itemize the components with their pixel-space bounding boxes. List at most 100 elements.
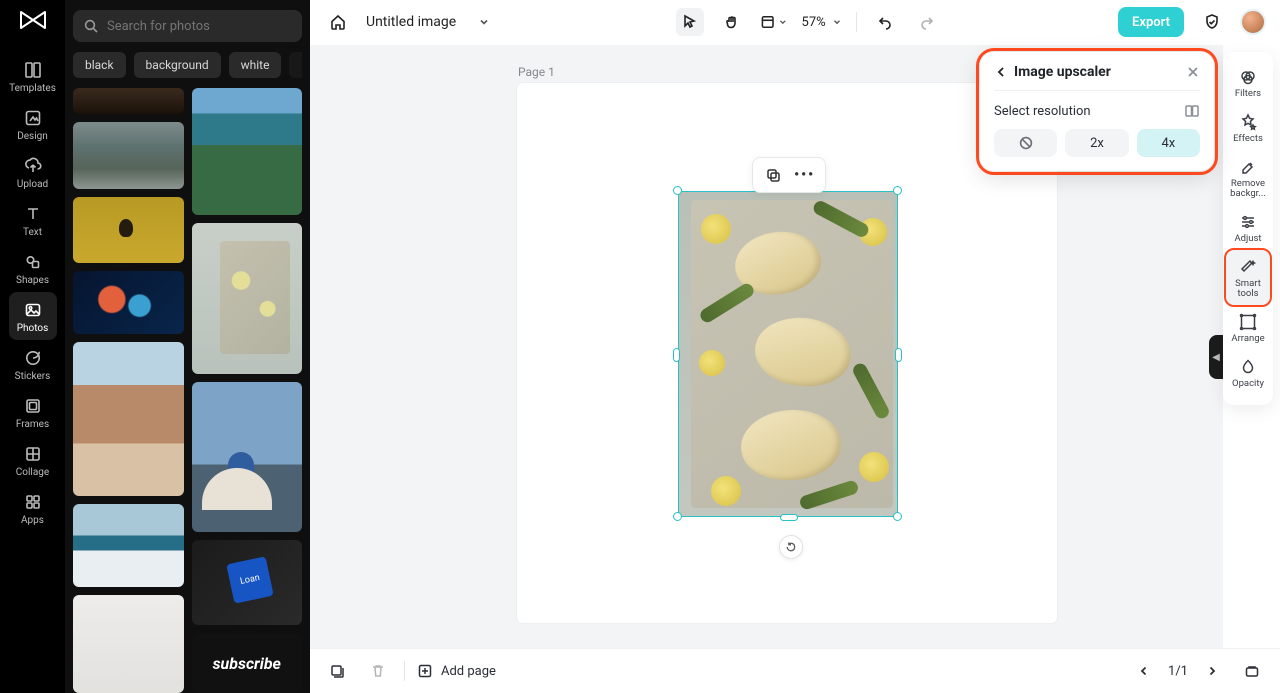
add-page-icon xyxy=(417,663,433,679)
rr-label: Opacity xyxy=(1232,379,1264,389)
export-button[interactable]: Export xyxy=(1118,7,1184,37)
rail-design[interactable]: Design xyxy=(9,100,57,148)
rr-label: Arrange xyxy=(1231,334,1264,344)
rail-frames[interactable]: Frames xyxy=(9,388,57,436)
resolution-none[interactable] xyxy=(994,129,1057,157)
photo-thumb[interactable] xyxy=(192,88,303,215)
panel-expand-handle[interactable]: ◀ xyxy=(1209,335,1223,379)
title-chevron-icon[interactable] xyxy=(470,8,498,36)
rail-label: Frames xyxy=(16,420,49,430)
close-icon[interactable] xyxy=(1186,65,1200,79)
present-icon[interactable] xyxy=(1238,657,1266,685)
rr-opacity[interactable]: Opacity xyxy=(1226,350,1270,395)
context-toolbar: ••• xyxy=(752,157,826,193)
rr-label: Filters xyxy=(1235,89,1261,99)
rail-text[interactable]: Text xyxy=(9,196,57,244)
pages-overview-icon[interactable] xyxy=(324,657,352,685)
apps-icon xyxy=(23,492,43,512)
resize-handle-br[interactable] xyxy=(893,512,902,521)
add-page-label: Add page xyxy=(441,664,496,679)
rail-templates[interactable]: Templates xyxy=(9,52,57,100)
file-title[interactable]: Untitled image xyxy=(366,14,456,30)
redo-button[interactable] xyxy=(913,8,941,36)
rotate-handle[interactable] xyxy=(779,535,803,559)
resize-handle-tr[interactable] xyxy=(893,186,902,195)
more-icon[interactable]: ••• xyxy=(794,164,816,186)
photo-thumb[interactable] xyxy=(192,540,303,625)
rr-smart-tools[interactable]: Smart tools xyxy=(1226,250,1270,305)
app-logo[interactable] xyxy=(13,6,53,36)
upload-icon xyxy=(23,156,43,176)
user-avatar[interactable] xyxy=(1240,9,1266,35)
zoom-level[interactable]: 57% xyxy=(802,15,842,30)
prev-page-icon[interactable] xyxy=(1130,657,1158,685)
rr-effects[interactable]: Effects xyxy=(1226,105,1270,150)
image-upscaler-panel: Image upscaler Select resolution 2x 4x xyxy=(980,52,1214,171)
resolution-2x[interactable]: 2x xyxy=(1065,129,1128,157)
templates-icon xyxy=(23,60,43,80)
design-icon xyxy=(23,108,43,128)
effects-icon xyxy=(1239,113,1257,131)
photo-thumb[interactable] xyxy=(73,595,184,693)
rail-label: Apps xyxy=(21,516,44,526)
rr-adjust[interactable]: Adjust xyxy=(1226,205,1270,250)
rr-label: Effects xyxy=(1233,134,1263,144)
photo-thumb[interactable] xyxy=(73,504,184,587)
rail-label: Stickers xyxy=(15,372,51,382)
photo-thumb[interactable] xyxy=(73,271,184,334)
rr-filters[interactable]: Filters xyxy=(1226,60,1270,105)
undo-button[interactable] xyxy=(871,8,899,36)
resize-tool[interactable] xyxy=(760,8,788,36)
smart-tools-icon xyxy=(1239,258,1257,276)
photos-icon xyxy=(23,300,43,320)
search-input[interactable] xyxy=(107,19,292,34)
chip-background[interactable]: background xyxy=(134,52,221,78)
selected-image[interactable] xyxy=(678,191,898,517)
adjust-icon xyxy=(1239,213,1257,231)
frames-icon xyxy=(23,396,43,416)
resize-handle-mb[interactable] xyxy=(780,514,798,521)
compare-icon[interactable] xyxy=(1184,103,1200,119)
add-page-button[interactable]: Add page xyxy=(417,663,496,679)
photo-thumb[interactable] xyxy=(73,197,184,264)
photo-thumb-subscribe[interactable]: subscribe xyxy=(192,633,303,693)
rail-shapes[interactable]: Shapes xyxy=(9,244,57,292)
resize-handle-bl[interactable] xyxy=(673,512,682,521)
resize-handle-ml[interactable] xyxy=(673,348,680,362)
photo-thumb[interactable] xyxy=(73,122,184,189)
search-bar[interactable] xyxy=(73,10,302,42)
rail-apps[interactable]: Apps xyxy=(9,484,57,532)
rail-upload[interactable]: Upload xyxy=(9,148,57,196)
chip-more[interactable] xyxy=(289,52,302,78)
rail-photos[interactable]: Photos xyxy=(9,292,57,340)
photo-masonry: subscribe xyxy=(73,88,302,693)
photo-thumb[interactable] xyxy=(192,223,303,373)
arrange-icon xyxy=(1239,313,1257,331)
duplicate-icon[interactable] xyxy=(762,164,784,186)
pointer-tool[interactable] xyxy=(676,8,704,36)
upscaler-title: Image upscaler xyxy=(1014,64,1111,80)
photo-thumb[interactable] xyxy=(73,88,184,114)
chip-white[interactable]: white xyxy=(229,52,282,78)
next-page-icon[interactable] xyxy=(1198,657,1226,685)
resize-handle-tl[interactable] xyxy=(673,186,682,195)
rr-remove-bg[interactable]: Remove backgr... xyxy=(1226,150,1270,205)
rail-stickers[interactable]: Stickers xyxy=(9,340,57,388)
photo-thumb[interactable] xyxy=(73,342,184,496)
chip-black[interactable]: black xyxy=(73,52,126,78)
hand-tool[interactable] xyxy=(718,8,746,36)
home-icon[interactable] xyxy=(324,8,352,36)
remove-bg-icon xyxy=(1239,158,1257,176)
back-icon[interactable] xyxy=(994,65,1008,79)
photo-thumb[interactable] xyxy=(192,382,303,532)
pager: 1/1 xyxy=(1130,657,1226,685)
rail-collage[interactable]: Collage xyxy=(9,436,57,484)
rail-label: Photos xyxy=(17,324,49,334)
resolution-4x[interactable]: 4x xyxy=(1137,129,1200,157)
collage-icon xyxy=(23,444,43,464)
search-icon xyxy=(83,18,99,34)
shield-icon[interactable] xyxy=(1198,8,1226,36)
resize-handle-mr[interactable] xyxy=(895,348,902,362)
delete-page-icon[interactable] xyxy=(364,657,392,685)
rr-arrange[interactable]: Arrange xyxy=(1226,305,1270,350)
